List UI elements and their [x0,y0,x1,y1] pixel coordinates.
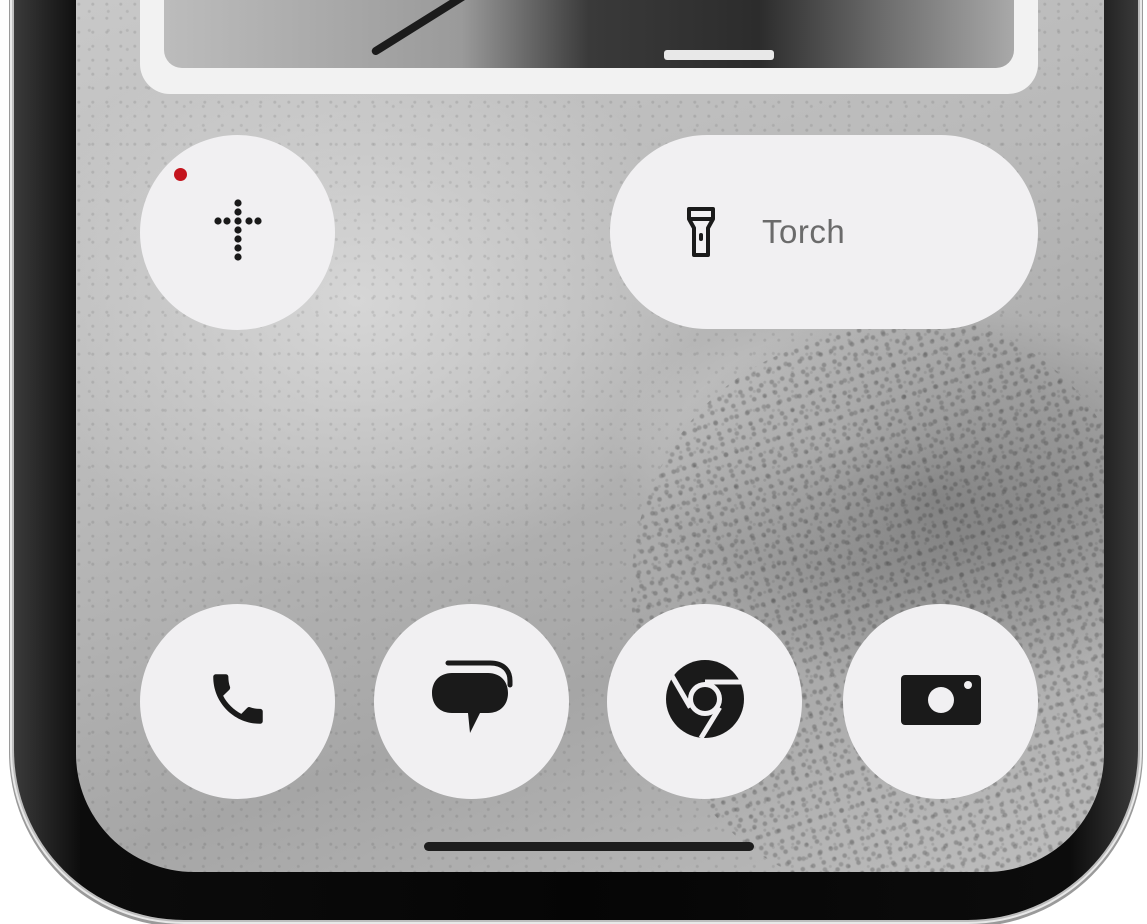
home-indicator[interactable] [424,842,754,851]
phone-icon [205,666,271,737]
photo-widget-image [164,0,1014,68]
messages-icon [430,659,514,744]
photo-detail-bar [664,50,774,60]
dock-messages-button[interactable] [374,604,569,799]
camera-icon [900,671,981,732]
home-screen: Torch [76,0,1104,872]
chrome-icon [665,659,745,744]
phone-frame: Torch [14,0,1138,920]
dock-phone-button[interactable] [140,604,335,799]
screenshot-stage: Torch [0,0,1147,924]
rosary-app-button[interactable] [140,135,335,330]
dock-chrome-button[interactable] [607,604,802,799]
torch-toggle[interactable]: Torch [610,135,1038,329]
photo-widget[interactable] [140,0,1038,94]
notification-dot [174,168,187,181]
photo-detail [370,0,468,57]
torch-label: Torch [762,213,846,250]
flashlight-icon [686,206,716,258]
wallpaper-foam [562,263,1104,872]
dock-camera-button[interactable] [843,604,1038,799]
rosary-cross-icon [212,198,264,267]
